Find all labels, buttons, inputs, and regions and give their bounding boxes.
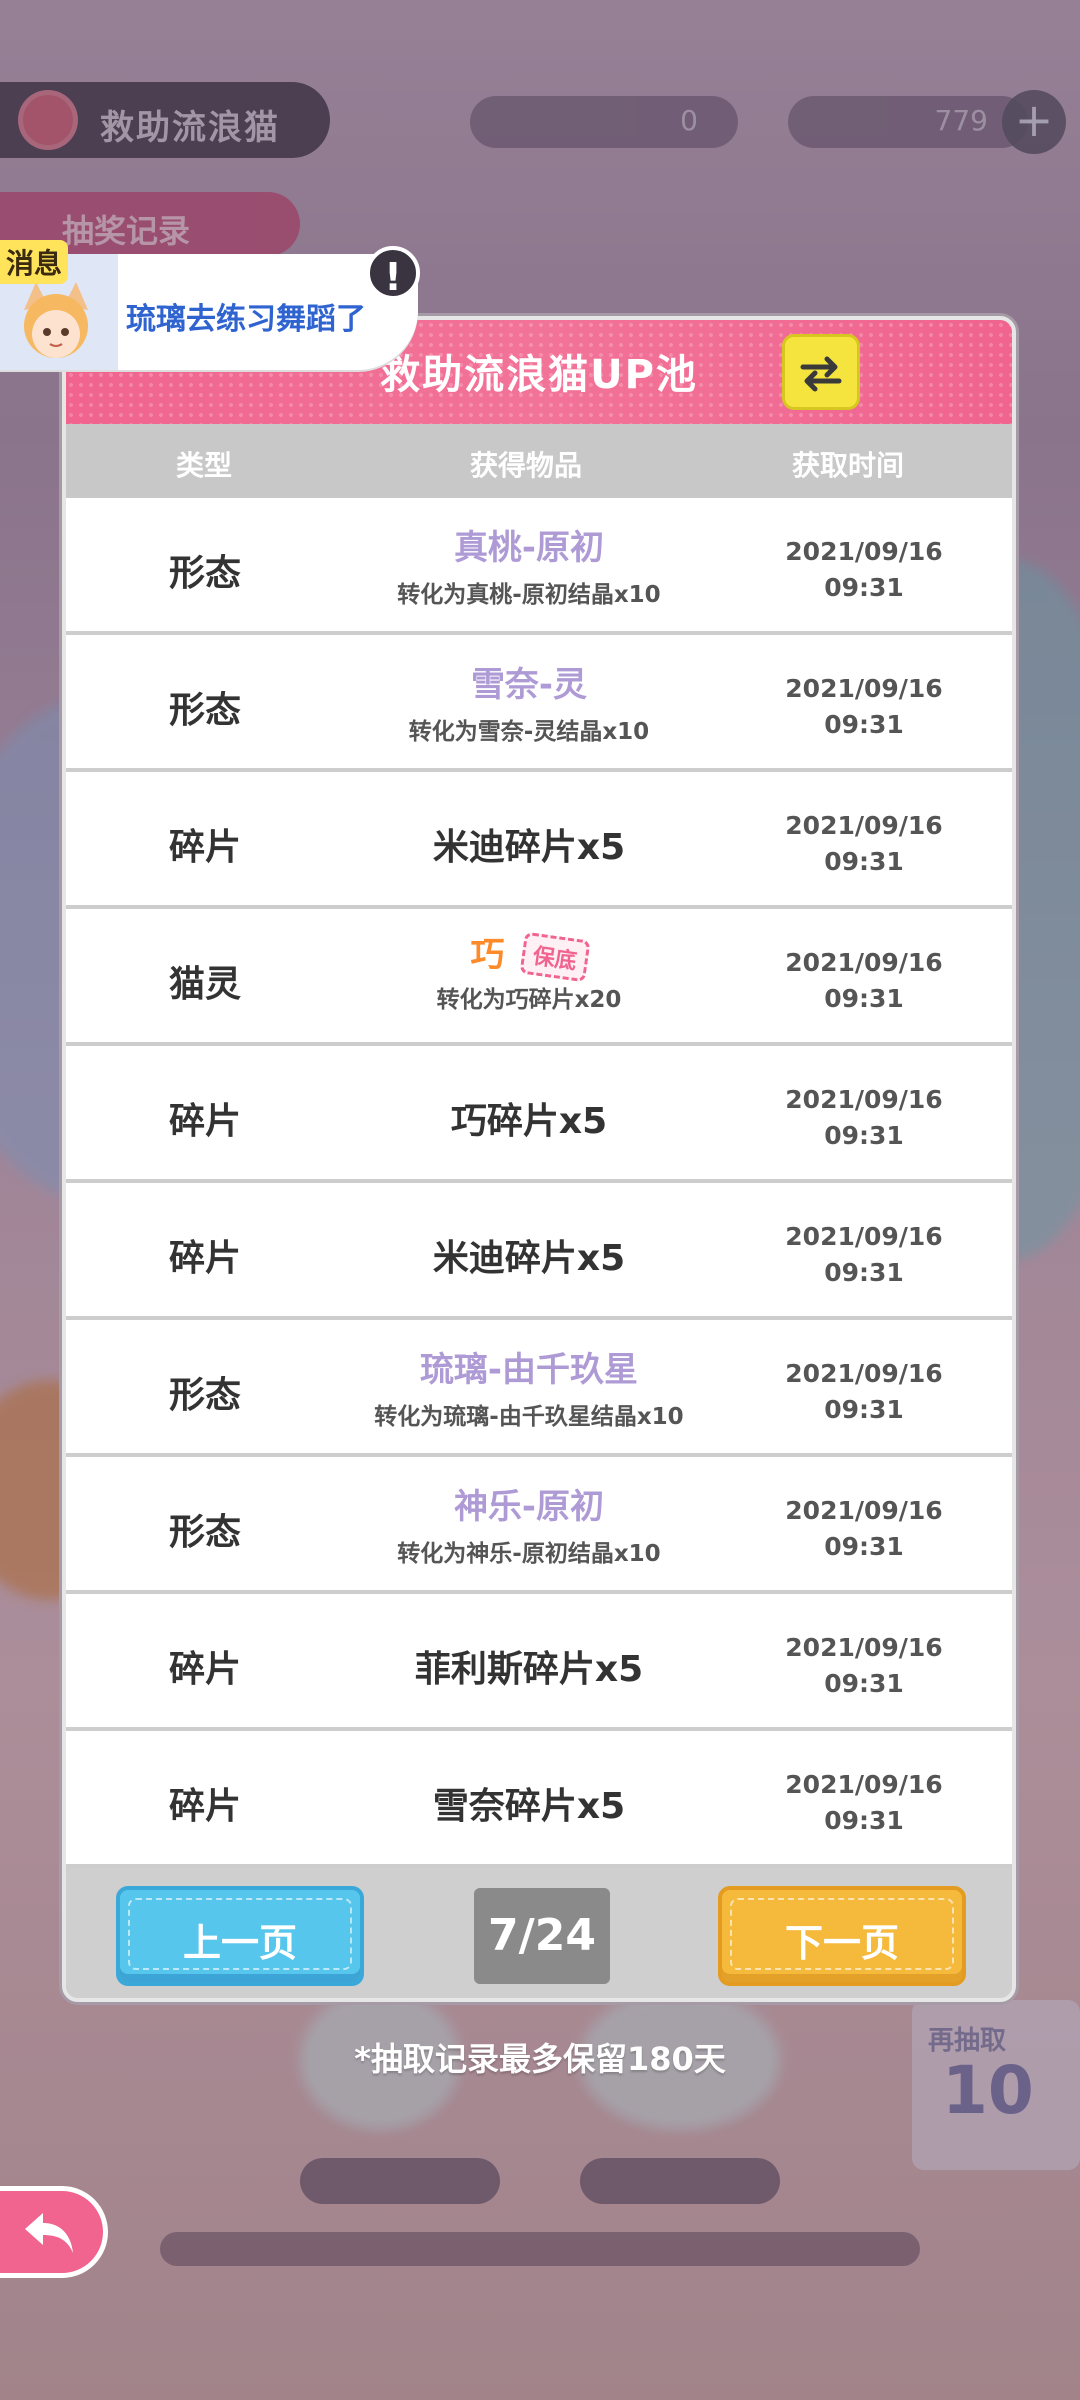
- row-date: 2021/09/16: [785, 1496, 943, 1525]
- row-time: 2021/09/16 09:31: [714, 534, 1012, 606]
- guarantee-stamp: 保底: [518, 931, 591, 983]
- row-time: 2021/09/16 09:31: [714, 945, 1012, 1017]
- table-row: 猫灵 巧 保底 转化为巧碎片x20 2021/09/16 09:31: [66, 909, 1012, 1046]
- column-item: 获得物品: [470, 449, 583, 482]
- row-time: 2021/09/16 09:31: [714, 1356, 1012, 1428]
- row-date: 2021/09/16: [785, 1085, 943, 1114]
- row-date: 2021/09/16: [785, 948, 943, 977]
- next-page-label: 下一页: [784, 1921, 899, 1965]
- row-type: 碎片: [168, 1101, 241, 1142]
- table-row: 碎片 雪奈碎片x5 2021/09/16 09:31: [66, 1731, 1012, 1868]
- message-toast[interactable]: 消息 琉璃去练习舞蹈了 !: [0, 240, 420, 370]
- item-conversion: 转化为真桃-原初结晶x10: [397, 582, 661, 608]
- row-item: 菲利斯碎片x5: [344, 1640, 714, 1692]
- back-button[interactable]: [0, 2186, 108, 2278]
- message-text: 琉璃去练习舞蹈了: [126, 302, 366, 337]
- row-type: 碎片: [168, 1238, 241, 1279]
- row-clock: 09:31: [824, 710, 904, 739]
- row-time: 2021/09/16 09:31: [714, 1219, 1012, 1291]
- row-time: 2021/09/16 09:31: [714, 808, 1012, 880]
- row-item: 真桃-原初 转化为真桃-原初结晶x10: [344, 520, 714, 609]
- prev-page-button[interactable]: 上一页: [116, 1886, 364, 1986]
- item-name: 雪奈碎片x5: [432, 1786, 626, 1827]
- cat-girl-avatar: [24, 282, 88, 358]
- exclamation-icon[interactable]: !: [366, 246, 420, 300]
- item-name: 巧: [470, 935, 505, 975]
- row-type: 碎片: [168, 1649, 241, 1690]
- row-type: 形态: [168, 690, 241, 731]
- swap-arrows-icon: [800, 356, 842, 392]
- row-time: 2021/09/16 09:31: [714, 671, 1012, 743]
- row-date: 2021/09/16: [785, 811, 943, 840]
- item-name: 神乐-原初: [453, 1487, 605, 1527]
- next-page-button[interactable]: 下一页: [718, 1886, 966, 1986]
- row-clock: 09:31: [824, 1121, 904, 1150]
- item-conversion: 转化为琉璃-由千玖星结晶x10: [374, 1404, 684, 1430]
- row-date: 2021/09/16: [785, 1633, 943, 1662]
- back-arrow-icon: [25, 2213, 73, 2253]
- row-clock: 09:31: [824, 1532, 904, 1561]
- row-clock: 09:31: [824, 847, 904, 876]
- table-row: 碎片 巧碎片x5 2021/09/16 09:31: [66, 1046, 1012, 1183]
- row-item: 巧碎片x5: [344, 1092, 714, 1144]
- row-type: 形态: [168, 1512, 241, 1553]
- row-type: 形态: [168, 553, 241, 594]
- row-date: 2021/09/16: [785, 537, 943, 566]
- table-row: 形态 神乐-原初 转化为神乐-原初结晶x10 2021/09/16 09:31: [66, 1457, 1012, 1594]
- item-name: 米迪碎片x5: [432, 827, 626, 868]
- retention-note: *抽取记录最多保留180天: [354, 2040, 726, 2078]
- table-header: 类型 获得物品 获取时间: [66, 424, 1012, 498]
- message-tag: 消息: [0, 240, 69, 284]
- row-clock: 09:31: [824, 573, 904, 602]
- table-row: 形态 真桃-原初 转化为真桃-原初结晶x10 2021/09/16 09:31: [66, 498, 1012, 635]
- row-type: 猫灵: [168, 964, 241, 1005]
- row-date: 2021/09/16: [785, 674, 943, 703]
- row-date: 2021/09/16: [785, 1222, 943, 1251]
- row-time: 2021/09/16 09:31: [714, 1767, 1012, 1839]
- row-clock: 09:31: [824, 1395, 904, 1424]
- row-item: 米迪碎片x5: [344, 1229, 714, 1281]
- row-item: 雪奈-灵 转化为雪奈-灵结晶x10: [344, 657, 714, 746]
- item-name: 雪奈-灵: [470, 665, 588, 705]
- item-name: 琉璃-由千玖星: [419, 1350, 639, 1390]
- draw-record-panel: 救助流浪猫UP池 类型 获得物品 获取时间 形态 真桃-原初 转化为真桃-原初结…: [62, 316, 1016, 2002]
- item-name: 米迪碎片x5: [432, 1238, 626, 1279]
- row-item: 雪奈碎片x5: [344, 1777, 714, 1829]
- page-indicator: 7/24: [474, 1888, 610, 1984]
- row-item: 巧 保底 转化为巧碎片x20: [344, 927, 714, 1014]
- row-clock: 09:31: [824, 1806, 904, 1835]
- table-row: 形态 雪奈-灵 转化为雪奈-灵结晶x10 2021/09/16 09:31: [66, 635, 1012, 772]
- item-conversion: 转化为巧碎片x20: [436, 987, 622, 1013]
- row-clock: 09:31: [824, 1258, 904, 1287]
- item-conversion: 转化为雪奈-灵结晶x10: [408, 719, 650, 745]
- table-row: 形态 琉璃-由千玖星 转化为琉璃-由千玖星结晶x10 2021/09/16 09…: [66, 1320, 1012, 1457]
- item-conversion: 转化为神乐-原初结晶x10: [397, 1541, 661, 1567]
- row-date: 2021/09/16: [785, 1359, 943, 1388]
- item-name: 菲利斯碎片x5: [414, 1649, 644, 1690]
- table-row: 碎片 米迪碎片x5 2021/09/16 09:31: [66, 1183, 1012, 1320]
- record-list[interactable]: 形态 真桃-原初 转化为真桃-原初结晶x10 2021/09/16 09:31 …: [66, 498, 1012, 1868]
- row-date: 2021/09/16: [785, 1770, 943, 1799]
- swap-pool-button[interactable]: [782, 334, 860, 410]
- row-item: 琉璃-由千玖星 转化为琉璃-由千玖星结晶x10: [344, 1342, 714, 1431]
- row-time: 2021/09/16 09:31: [714, 1630, 1012, 1702]
- column-time: 获取时间: [792, 449, 905, 482]
- row-item: 神乐-原初 转化为神乐-原初结晶x10: [344, 1479, 714, 1568]
- prev-page-label: 上一页: [182, 1921, 297, 1965]
- row-time: 2021/09/16 09:31: [714, 1082, 1012, 1154]
- row-type: 碎片: [168, 827, 241, 868]
- row-clock: 09:31: [824, 984, 904, 1013]
- pagination-bar: 上一页 7/24 下一页: [66, 1870, 1012, 1998]
- row-time: 2021/09/16 09:31: [714, 1493, 1012, 1565]
- item-name: 巧碎片x5: [450, 1101, 608, 1142]
- table-row: 碎片 米迪碎片x5 2021/09/16 09:31: [66, 772, 1012, 909]
- row-clock: 09:31: [824, 1669, 904, 1698]
- item-name: 真桃-原初: [453, 528, 605, 568]
- row-type: 形态: [168, 1375, 241, 1416]
- row-type: 碎片: [168, 1786, 241, 1827]
- column-type: 类型: [176, 449, 233, 482]
- row-item: 米迪碎片x5: [344, 818, 714, 870]
- table-row: 碎片 菲利斯碎片x5 2021/09/16 09:31: [66, 1594, 1012, 1731]
